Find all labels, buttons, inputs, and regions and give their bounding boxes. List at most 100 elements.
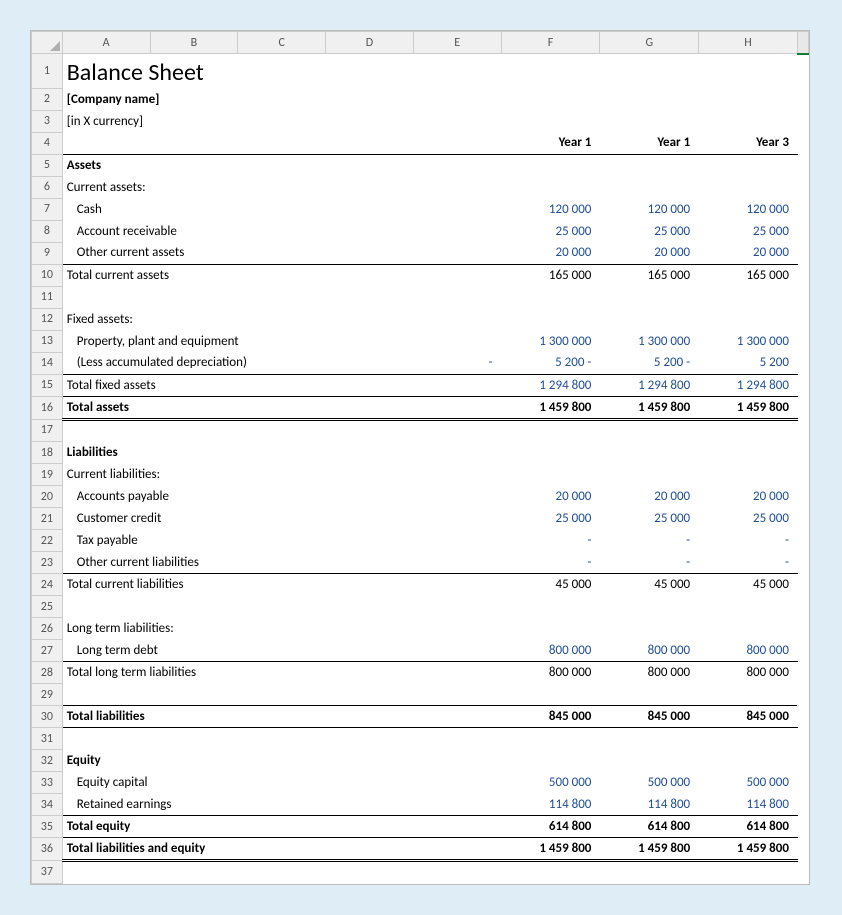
value-cell[interactable]: 20 000 (501, 486, 600, 508)
assets-header[interactable]: Assets (62, 154, 797, 176)
total-cell[interactable]: 1 294 800 (600, 374, 699, 396)
row-header[interactable]: 22 (32, 530, 63, 552)
currency-cell[interactable]: [in X currency] (62, 110, 797, 132)
total-cell[interactable]: 1 459 800 (699, 838, 798, 861)
total-label[interactable]: Total fixed assets (62, 374, 501, 396)
total-cell[interactable]: 800 000 (501, 662, 600, 684)
total-cell[interactable]: 165 000 (699, 264, 798, 286)
row-label[interactable]: Long term debt (62, 640, 501, 662)
col-header-b[interactable]: B (150, 32, 238, 54)
value-cell[interactable]: 25 000 (699, 508, 798, 530)
row-header[interactable]: 9 (32, 242, 63, 264)
total-cell[interactable]: 45 000 (699, 574, 798, 596)
value-cell[interactable]: - (699, 552, 798, 574)
row-header[interactable]: 8 (32, 220, 63, 242)
row-header[interactable]: 34 (32, 794, 63, 816)
col-header-g[interactable]: G (600, 32, 699, 54)
current-liab-label[interactable]: Current liabilities: (62, 464, 797, 486)
company-cell[interactable]: [Company name] (62, 88, 797, 110)
total-cell[interactable]: 614 800 (600, 816, 699, 838)
liabilities-header[interactable]: Liabilities (62, 442, 797, 464)
row-header[interactable]: 37 (32, 861, 63, 884)
total-cell[interactable]: 845 000 (501, 706, 600, 728)
total-cell[interactable]: 45 000 (501, 574, 600, 596)
value-cell[interactable]: 20 000 (699, 486, 798, 508)
row-header[interactable]: 18 (32, 442, 63, 464)
row-header[interactable]: 19 (32, 464, 63, 486)
value-cell[interactable]: 500 000 (699, 772, 798, 794)
row-label[interactable]: Customer credit (62, 508, 501, 530)
row-header[interactable]: 21 (32, 508, 63, 530)
value-cell[interactable]: 20 000 (600, 486, 699, 508)
row-header[interactable]: 15 (32, 374, 63, 396)
total-cell[interactable]: 800 000 (600, 662, 699, 684)
row-label[interactable]: (Less accumulated depreciation) (62, 352, 413, 374)
row-header[interactable]: 6 (32, 176, 63, 198)
row-header[interactable]: 11 (32, 286, 63, 308)
total-label[interactable]: Total current liabilities (62, 574, 501, 596)
total-cell[interactable]: 614 800 (699, 816, 798, 838)
row-header[interactable]: 24 (32, 574, 63, 596)
total-cell[interactable]: 614 800 (501, 816, 600, 838)
total-cell[interactable]: 1 459 800 (600, 838, 699, 861)
row-label[interactable]: Cash (62, 198, 501, 220)
total-cell[interactable]: 1 294 800 (501, 374, 600, 396)
total-cell[interactable]: 45 000 (600, 574, 699, 596)
row-label[interactable]: Equity capital (62, 772, 501, 794)
row-header[interactable]: 20 (32, 486, 63, 508)
row-header[interactable]: 3 (32, 110, 63, 132)
row-header[interactable]: 35 (32, 816, 63, 838)
total-cell[interactable]: 845 000 (600, 706, 699, 728)
col-header-c[interactable]: C (238, 32, 326, 54)
row-header[interactable]: 13 (32, 330, 63, 352)
value-cell[interactable]: 5 200 (699, 352, 798, 374)
cell[interactable] (62, 132, 501, 154)
value-cell[interactable]: 114 800 (501, 794, 600, 816)
value-cell[interactable]: 114 800 (600, 794, 699, 816)
value-cell[interactable]: 20 000 (699, 242, 798, 264)
fixed-assets-label[interactable]: Fixed assets: (62, 308, 797, 330)
total-cell[interactable]: 1 459 800 (600, 396, 699, 419)
row-label[interactable]: Accounts payable (62, 486, 501, 508)
value-cell[interactable]: - (600, 552, 699, 574)
empty-cell[interactable] (62, 596, 797, 618)
row-label[interactable]: Account receivable (62, 220, 501, 242)
total-cell[interactable]: 1 459 800 (699, 396, 798, 419)
total-cell[interactable]: 1 459 800 (501, 396, 600, 419)
col-header-selected[interactable] (797, 32, 808, 54)
row-header[interactable]: 31 (32, 728, 63, 750)
row-header[interactable]: 26 (32, 618, 63, 640)
total-cell[interactable]: 800 000 (699, 662, 798, 684)
value-cell[interactable]: 5 200 - (600, 352, 699, 374)
value-cell[interactable]: 120 000 (699, 198, 798, 220)
col-header-e[interactable]: E (413, 32, 501, 54)
value-cell[interactable]: 1 300 000 (501, 330, 600, 352)
value-cell[interactable]: - (600, 530, 699, 552)
row-header[interactable]: 5 (32, 154, 63, 176)
value-cell[interactable]: 800 000 (699, 640, 798, 662)
row-header[interactable]: 7 (32, 198, 63, 220)
spreadsheet-grid[interactable]: A B C D E F G H 1 Balance Sheet 2 [Compa… (31, 31, 809, 884)
row-header[interactable]: 17 (32, 419, 63, 442)
row-header[interactable]: 25 (32, 596, 63, 618)
row-header[interactable]: 32 (32, 750, 63, 772)
year-header-3[interactable]: Year 3 (699, 132, 798, 154)
total-liab-label[interactable]: Total liabilities (62, 706, 501, 728)
title-cell[interactable]: Balance Sheet (62, 54, 797, 89)
value-cell[interactable]: 25 000 (600, 508, 699, 530)
value-cell[interactable]: 800 000 (501, 640, 600, 662)
row-header[interactable]: 33 (32, 772, 63, 794)
row-header[interactable]: 2 (32, 88, 63, 110)
value-cell[interactable]: 20 000 (600, 242, 699, 264)
total-assets-label[interactable]: Total assets (62, 396, 501, 419)
value-cell[interactable]: 20 000 (501, 242, 600, 264)
col-header-d[interactable]: D (326, 32, 414, 54)
row-header[interactable]: 16 (32, 396, 63, 419)
grand-total-label[interactable]: Total liabilities and equity (62, 838, 501, 861)
value-cell[interactable]: 500 000 (600, 772, 699, 794)
value-cell[interactable]: 1 300 000 (699, 330, 798, 352)
row-header[interactable]: 4 (32, 132, 63, 154)
value-cell[interactable]: - (501, 530, 600, 552)
year-header-1[interactable]: Year 1 (501, 132, 600, 154)
value-cell[interactable]: 500 000 (501, 772, 600, 794)
